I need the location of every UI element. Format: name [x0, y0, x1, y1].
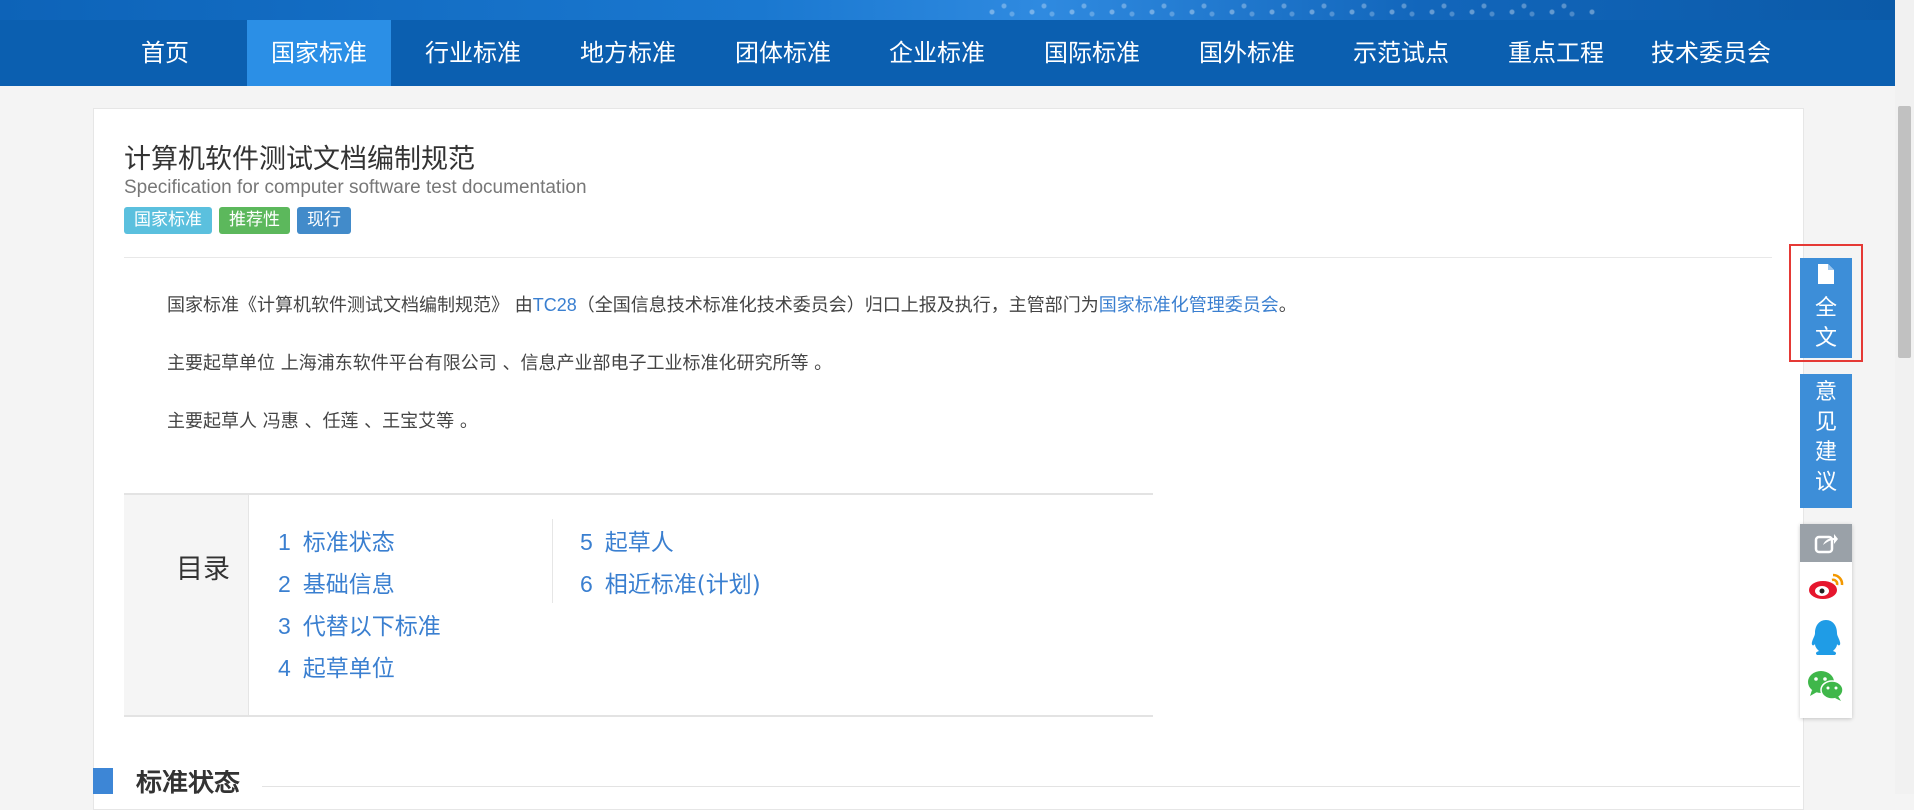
nav-item-international-standard[interactable]: 国际标准 — [1020, 20, 1164, 86]
description-paragraph-2: 主要起草单位 上海浦东软件平台有限公司 、信息产业部电子工业标准化研究所等 。 — [167, 353, 833, 374]
feedback-char: 意 — [1814, 380, 1837, 405]
feedback-button[interactable]: 意 见 建 议 — [1800, 374, 1852, 508]
badge-national-standard: 国家标准 — [124, 207, 212, 234]
section-divider — [262, 786, 1800, 787]
badge-recommended: 推荐性 — [219, 207, 290, 234]
highlight-box — [1789, 244, 1863, 362]
nav-item-key-project[interactable]: 重点工程 — [1484, 20, 1628, 86]
toc-item-basic-info[interactable]: 2 基础信息 — [278, 565, 395, 599]
description-text: 。 — [1278, 295, 1297, 316]
toc-label: 起草单位 — [302, 656, 395, 682]
toc-label: 相近标准(计划) — [604, 572, 761, 598]
toc-num: 2 — [278, 571, 291, 597]
toc-item-drafting-units[interactable]: 4 起草单位 — [278, 649, 395, 683]
scrollbar-thumb[interactable] — [1898, 106, 1911, 358]
share-panel — [1800, 524, 1852, 718]
table-of-contents: 目录 1 标准状态 2 基础信息 3 代替以下标准 4 起草单位 5 起草人 6 相近标准(… — [124, 493, 1153, 717]
section-title: 标准状态 — [136, 770, 241, 794]
toc-num: 5 — [580, 529, 593, 555]
nav-item-industry-standard[interactable]: 行业标准 — [401, 20, 545, 86]
standard-detail-panel: 计算机软件测试文档编制规范 Specification for computer… — [93, 108, 1804, 810]
feedback-char: 建 — [1814, 440, 1837, 465]
description-paragraph-3: 主要起草人 冯惠 、任莲 、王宝艾等 。 — [167, 411, 478, 432]
description-text: （全国信息技术标准化技术委员会）归口上报及执行，主管部门为 — [576, 295, 1099, 316]
standard-title: 计算机软件测试文档编制规范 — [124, 144, 475, 175]
toc-label: 代替以下标准 — [302, 614, 441, 640]
page-scrollbar[interactable] — [1895, 0, 1914, 794]
divider — [124, 257, 1772, 258]
banner-decoration — [980, 0, 1600, 20]
tc-link[interactable]: TC28 — [533, 295, 577, 315]
standard-subtitle: Specification for computer software test… — [124, 177, 587, 198]
nav-item-foreign-standard[interactable]: 国外标准 — [1175, 20, 1319, 86]
toc-item-drafters[interactable]: 5 起草人 — [580, 523, 674, 557]
toc-label: 起草人 — [604, 530, 674, 556]
nav-item-home[interactable]: 首页 — [124, 20, 206, 86]
toc-label: 标准状态 — [302, 530, 395, 556]
toc-num: 4 — [278, 655, 291, 681]
toc-num: 6 — [580, 571, 593, 597]
toc-label: 基础信息 — [302, 572, 395, 598]
main-nav: 首页 国家标准 行业标准 地方标准 团体标准 企业标准 国际标准 国外标准 示范… — [0, 20, 1895, 86]
top-banner — [0, 0, 1895, 20]
badge-current: 现行 — [297, 207, 351, 234]
nav-item-national-standard[interactable]: 国家标准 — [247, 20, 391, 86]
feedback-char: 见 — [1814, 410, 1837, 435]
section-marker — [93, 768, 113, 794]
toc-item-replaced-standards[interactable]: 3 代替以下标准 — [278, 607, 441, 641]
wechat-icon[interactable] — [1800, 664, 1852, 708]
toc-item-similar-standards[interactable]: 6 相近标准(计划) — [580, 565, 761, 599]
qq-icon[interactable] — [1800, 616, 1852, 660]
toc-num: 3 — [278, 613, 291, 639]
description-paragraph-1: 国家标准《计算机软件测试文档编制规范》 由TC28（全国信息技术标准化技术委员会… — [167, 291, 1297, 317]
toc-item-standard-status[interactable]: 1 标准状态 — [278, 523, 395, 557]
nav-item-enterprise-standard[interactable]: 企业标准 — [865, 20, 1009, 86]
badge-group: 国家标准 推荐性 现行 — [124, 207, 351, 234]
toc-divider — [552, 519, 553, 603]
nav-item-tech-committee[interactable]: 技术委员会 — [1639, 20, 1783, 86]
toc-label-area: 目录 — [124, 495, 249, 715]
share-icon — [1800, 524, 1852, 562]
weibo-icon[interactable] — [1800, 564, 1852, 608]
share-button[interactable] — [1800, 524, 1852, 562]
toc-title: 目录 — [176, 554, 230, 585]
feedback-char: 议 — [1814, 470, 1837, 495]
toc-num: 1 — [278, 529, 291, 555]
nav-item-demo-pilot[interactable]: 示范试点 — [1329, 20, 1473, 86]
nav-item-local-standard[interactable]: 地方标准 — [556, 20, 700, 86]
nav-item-group-standard[interactable]: 团体标准 — [711, 20, 855, 86]
description-text: 国家标准《计算机软件测试文档编制规范》 由 — [167, 295, 533, 316]
department-link[interactable]: 国家标准化管理委员会 — [1099, 295, 1279, 316]
